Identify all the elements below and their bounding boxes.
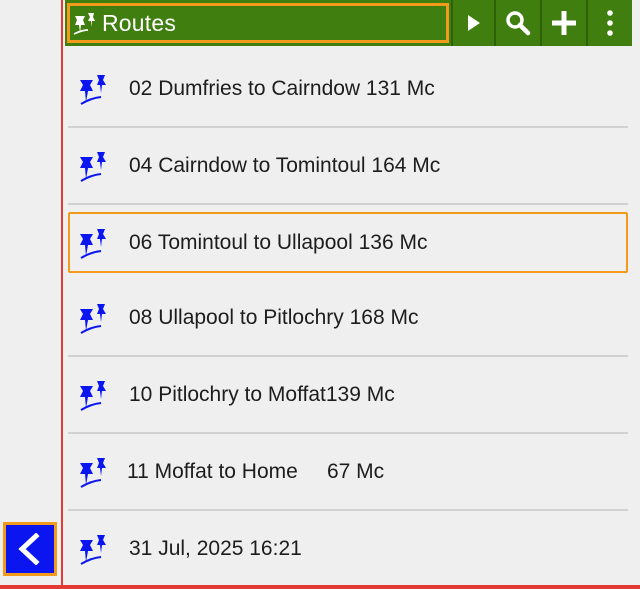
route-pin-icon xyxy=(80,152,106,182)
route-label: 11 Moffat to Home 67 Mc xyxy=(127,460,385,483)
list-item[interactable]: 10 Pitlochry to Moffat139 Mc xyxy=(68,358,628,434)
route-pin-icon xyxy=(73,13,95,35)
route-pin-icon xyxy=(80,458,106,488)
list-item[interactable]: 08 Ullapool to Pitlochry 168 Mc xyxy=(68,281,628,357)
list-item-selected[interactable]: 06 Tomintoul to Ullapool 136 Mc xyxy=(68,212,628,273)
route-pin-icon xyxy=(80,535,106,565)
route-pin-icon xyxy=(80,228,106,259)
route-label: 10 Pitlochry to Moffat139 Mc xyxy=(129,383,395,406)
list-item[interactable]: 11 Moffat to Home 67 Mc xyxy=(68,435,628,511)
play-button[interactable] xyxy=(450,0,495,46)
plus-icon xyxy=(552,11,577,35)
page-title: Routes xyxy=(102,9,177,36)
route-label: 31 Jul, 2025 16:21 xyxy=(129,537,302,560)
back-button-inner xyxy=(6,525,54,573)
toolbar: Routes xyxy=(65,0,632,46)
list-item[interactable]: 04 Cairndow to Tomintoul 164 Mc xyxy=(68,129,628,205)
more-vert-icon xyxy=(607,10,613,36)
route-pin-icon xyxy=(80,381,106,411)
search-button[interactable] xyxy=(494,0,540,46)
route-label: 06 Tomintoul to Ullapool 136 Mc xyxy=(129,230,428,254)
route-pin-icon xyxy=(80,304,106,334)
add-button[interactable] xyxy=(540,0,586,46)
chevron-left-icon xyxy=(18,533,40,565)
more-options-button[interactable] xyxy=(586,0,632,46)
list-item[interactable]: 02 Dumfries to Cairndow 131 Mc xyxy=(68,52,628,128)
route-pin-icon xyxy=(80,75,106,105)
search-icon xyxy=(506,11,531,36)
route-label: 08 Ullapool to Pitlochry 168 Mc xyxy=(129,306,419,329)
play-icon xyxy=(467,15,480,31)
route-label: 02 Dumfries to Cairndow 131 Mc xyxy=(129,77,435,100)
list-item[interactable]: 31 Jul, 2025 16:21 xyxy=(68,511,628,587)
left-gutter xyxy=(0,0,63,586)
routes-title-button[interactable]: Routes xyxy=(67,3,449,43)
route-label: 04 Cairndow to Tomintoul 164 Mc xyxy=(129,154,441,177)
back-button[interactable] xyxy=(3,522,57,576)
